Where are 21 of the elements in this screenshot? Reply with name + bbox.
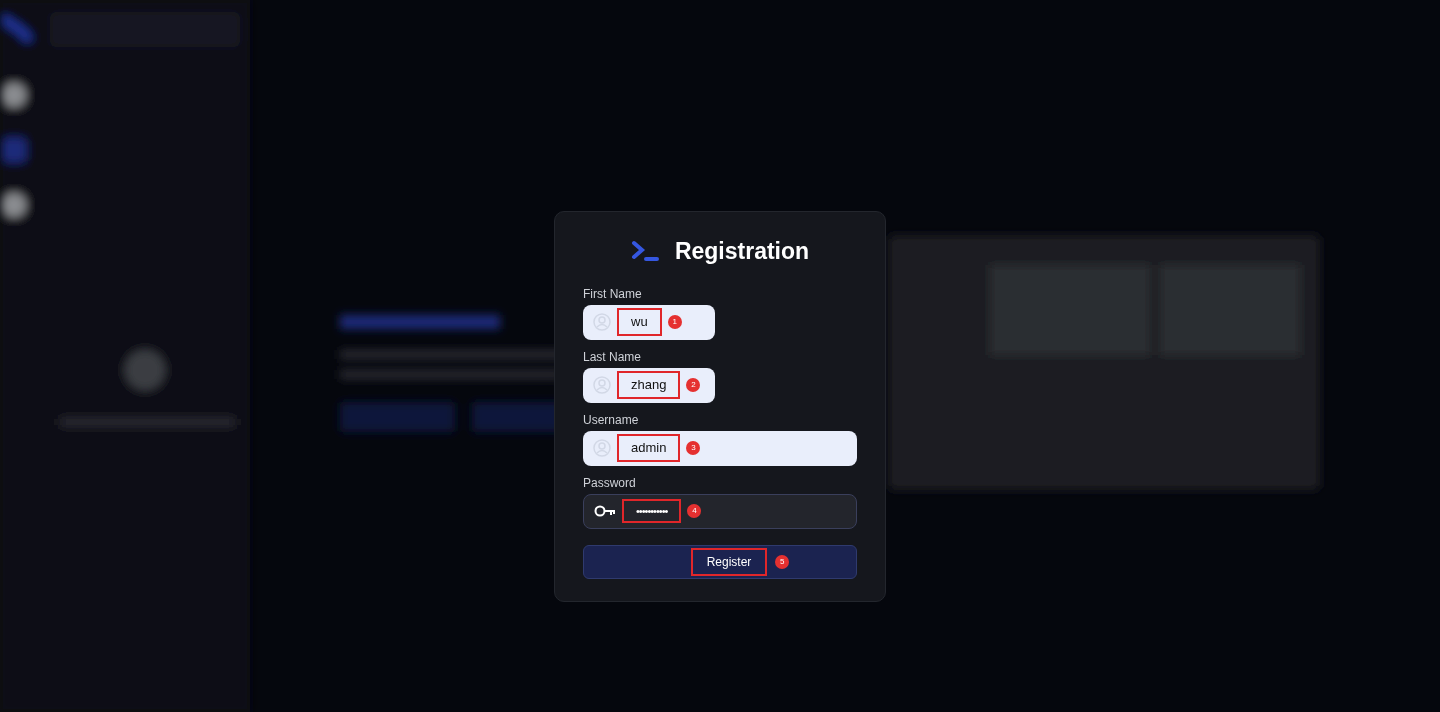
dialog-title: Registration [674, 237, 810, 266]
annotation-marker: 4 [687, 504, 702, 518]
text-field[interactable]: wu 1 [583, 304, 715, 340]
field-value: admin [617, 434, 681, 462]
annotation-marker: 3 [686, 441, 701, 455]
annotation-marker: 2 [686, 378, 701, 392]
annotation-marker: 5 [775, 554, 790, 569]
field-label: Username [583, 411, 640, 429]
text-field[interactable]: admin 3 [583, 430, 857, 466]
annotation-marker: 1 [667, 315, 682, 329]
register-button[interactable]: Register 5 [583, 544, 857, 579]
text-field[interactable]: zhang 2 [583, 367, 715, 403]
password-field[interactable]: ••••••••••• 4 [583, 493, 857, 529]
field-value: ••••••••••• [622, 498, 682, 524]
field-value: zhang [617, 371, 681, 399]
field-label: First Name [583, 285, 643, 303]
field-label: Last Name [583, 348, 643, 366]
terminal-icon [630, 240, 659, 263]
key-icon [594, 504, 616, 518]
field-label: Password [583, 474, 637, 492]
field-value: wu [617, 308, 662, 336]
